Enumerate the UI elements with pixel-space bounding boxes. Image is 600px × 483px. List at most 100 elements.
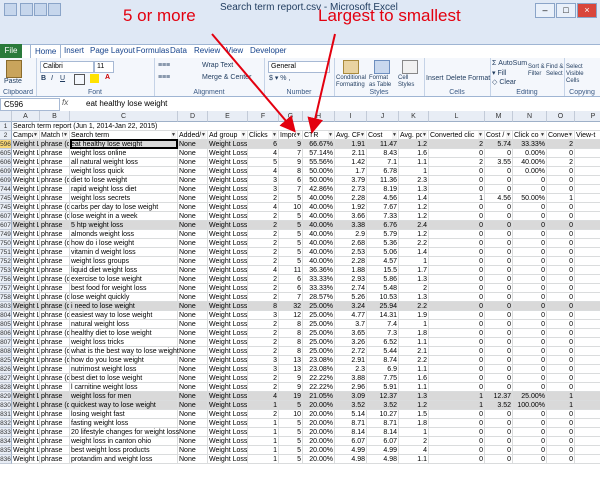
- table-cell[interactable]: 13: [279, 365, 303, 374]
- column-title[interactable]: Search term ▼: [70, 131, 178, 140]
- table-cell[interactable]: 0: [513, 356, 547, 365]
- table-cell[interactable]: 5.91: [367, 383, 399, 392]
- table-cell[interactable]: 66.67%: [303, 140, 335, 149]
- font-name-box[interactable]: Calibri: [40, 61, 94, 73]
- table-cell[interactable]: exercise to lose weight: [70, 275, 178, 284]
- table-cell[interactable]: 1: [429, 194, 485, 203]
- table-cell[interactable]: 1.3: [399, 392, 429, 401]
- table-cell[interactable]: [575, 428, 600, 437]
- table-cell[interactable]: Weight Lo: [12, 347, 40, 356]
- table-cell[interactable]: 3.52: [335, 401, 367, 410]
- table-cell[interactable]: None: [178, 338, 208, 347]
- table-cell[interactable]: 5: [279, 239, 303, 248]
- table-cell[interactable]: 0: [485, 446, 513, 455]
- table-cell[interactable]: Weight Lo: [12, 167, 40, 176]
- row-header[interactable]: 830: [0, 401, 12, 410]
- table-cell[interactable]: 4.56: [367, 194, 399, 203]
- table-cell[interactable]: 6.07: [367, 437, 399, 446]
- table-cell[interactable]: 20.00%: [303, 437, 335, 446]
- table-cell[interactable]: 1.2: [399, 230, 429, 239]
- column-header-d[interactable]: D: [178, 111, 208, 122]
- table-cell[interactable]: 0: [547, 347, 575, 356]
- table-cell[interactable]: 20.00%: [303, 410, 335, 419]
- table-cell[interactable]: 1.5: [399, 410, 429, 419]
- table-cell[interactable]: [575, 347, 600, 356]
- table-cell[interactable]: [575, 338, 600, 347]
- table-cell[interactable]: 0: [547, 374, 575, 383]
- table-cell[interactable]: 1.88: [335, 266, 367, 275]
- table-cell[interactable]: 22.22%: [303, 383, 335, 392]
- table-cell[interactable]: None: [178, 185, 208, 194]
- table-cell[interactable]: 50.00%: [513, 194, 547, 203]
- table-cell[interactable]: phrase: [40, 410, 70, 419]
- table-cell[interactable]: 4: [248, 392, 279, 401]
- table-cell[interactable]: 1.3: [399, 293, 429, 302]
- table-cell[interactable]: 0: [485, 275, 513, 284]
- table-cell[interactable]: 10: [279, 203, 303, 212]
- row-header[interactable]: 750: [0, 239, 12, 248]
- table-cell[interactable]: 3: [248, 365, 279, 374]
- table-cell[interactable]: 0: [429, 455, 485, 464]
- table-cell[interactable]: 4: [248, 167, 279, 176]
- table-cell[interactable]: 8.19: [367, 185, 399, 194]
- table-cell[interactable]: Weight Lo: [12, 356, 40, 365]
- close-button[interactable]: ×: [577, 3, 597, 18]
- table-cell[interactable]: 12.37: [367, 392, 399, 401]
- row-header[interactable]: 749: [0, 230, 12, 239]
- table-cell[interactable]: [575, 158, 600, 167]
- table-cell[interactable]: 19: [279, 392, 303, 401]
- table-cell[interactable]: 2.74: [335, 284, 367, 293]
- table-cell[interactable]: 0: [485, 230, 513, 239]
- table-cell[interactable]: 8: [279, 329, 303, 338]
- table-cell[interactable]: 1.9: [399, 311, 429, 320]
- column-header-k[interactable]: K: [399, 111, 429, 122]
- table-cell[interactable]: Weight Loss: [208, 257, 248, 266]
- row-header[interactable]: 807: [0, 338, 12, 347]
- table-cell[interactable]: [575, 383, 600, 392]
- table-cell[interactable]: 8.14: [367, 428, 399, 437]
- table-cell[interactable]: 1.91: [335, 140, 367, 149]
- table-cell[interactable]: 5.26: [335, 293, 367, 302]
- table-cell[interactable]: 9: [279, 140, 303, 149]
- table-cell[interactable]: None: [178, 212, 208, 221]
- table-cell[interactable]: almonds weight loss: [70, 230, 178, 239]
- table-cell[interactable]: 0: [485, 302, 513, 311]
- column-header-b[interactable]: B: [40, 111, 70, 122]
- table-cell[interactable]: 6.76: [367, 221, 399, 230]
- table-cell[interactable]: 0: [429, 266, 485, 275]
- table-cell[interactable]: [575, 302, 600, 311]
- table-cell[interactable]: phrase: [40, 365, 70, 374]
- table-cell[interactable]: Weight Loss: [208, 383, 248, 392]
- table-cell[interactable]: 2.2: [399, 302, 429, 311]
- filter-dropdown-icon[interactable]: ▼: [272, 131, 277, 139]
- table-cell[interactable]: 5.06: [367, 248, 399, 257]
- table-cell[interactable]: 25.00%: [513, 392, 547, 401]
- table-cell[interactable]: 0: [485, 239, 513, 248]
- row-header[interactable]: 831: [0, 410, 12, 419]
- row-header[interactable]: 745: [0, 194, 12, 203]
- table-cell[interactable]: 0: [513, 266, 547, 275]
- table-cell[interactable]: Weight Lo: [12, 293, 40, 302]
- table-cell[interactable]: 1.8: [399, 329, 429, 338]
- table-cell[interactable]: 8: [279, 320, 303, 329]
- redo-icon[interactable]: [48, 3, 61, 16]
- table-cell[interactable]: Weight Loss: [208, 428, 248, 437]
- table-cell[interactable]: 1: [429, 401, 485, 410]
- table-cell[interactable]: 0: [547, 248, 575, 257]
- table-cell[interactable]: 2: [248, 383, 279, 392]
- table-cell[interactable]: Weight Loss: [208, 248, 248, 257]
- column-header-c[interactable]: C: [70, 111, 178, 122]
- column-header-o[interactable]: O: [547, 111, 575, 122]
- table-cell[interactable]: Weight Lo: [12, 284, 40, 293]
- table-cell[interactable]: phrase (cl: [40, 239, 70, 248]
- table-cell[interactable]: 6: [248, 140, 279, 149]
- table-cell[interactable]: 3: [248, 176, 279, 185]
- table-cell[interactable]: Weight Loss: [208, 374, 248, 383]
- table-cell[interactable]: 0: [485, 320, 513, 329]
- table-cell[interactable]: [575, 410, 600, 419]
- tab-file[interactable]: File: [0, 44, 22, 58]
- table-cell[interactable]: None: [178, 428, 208, 437]
- column-title[interactable]: Click co ▼: [513, 131, 547, 140]
- table-cell[interactable]: 1.6: [399, 149, 429, 158]
- table-cell[interactable]: 0: [485, 185, 513, 194]
